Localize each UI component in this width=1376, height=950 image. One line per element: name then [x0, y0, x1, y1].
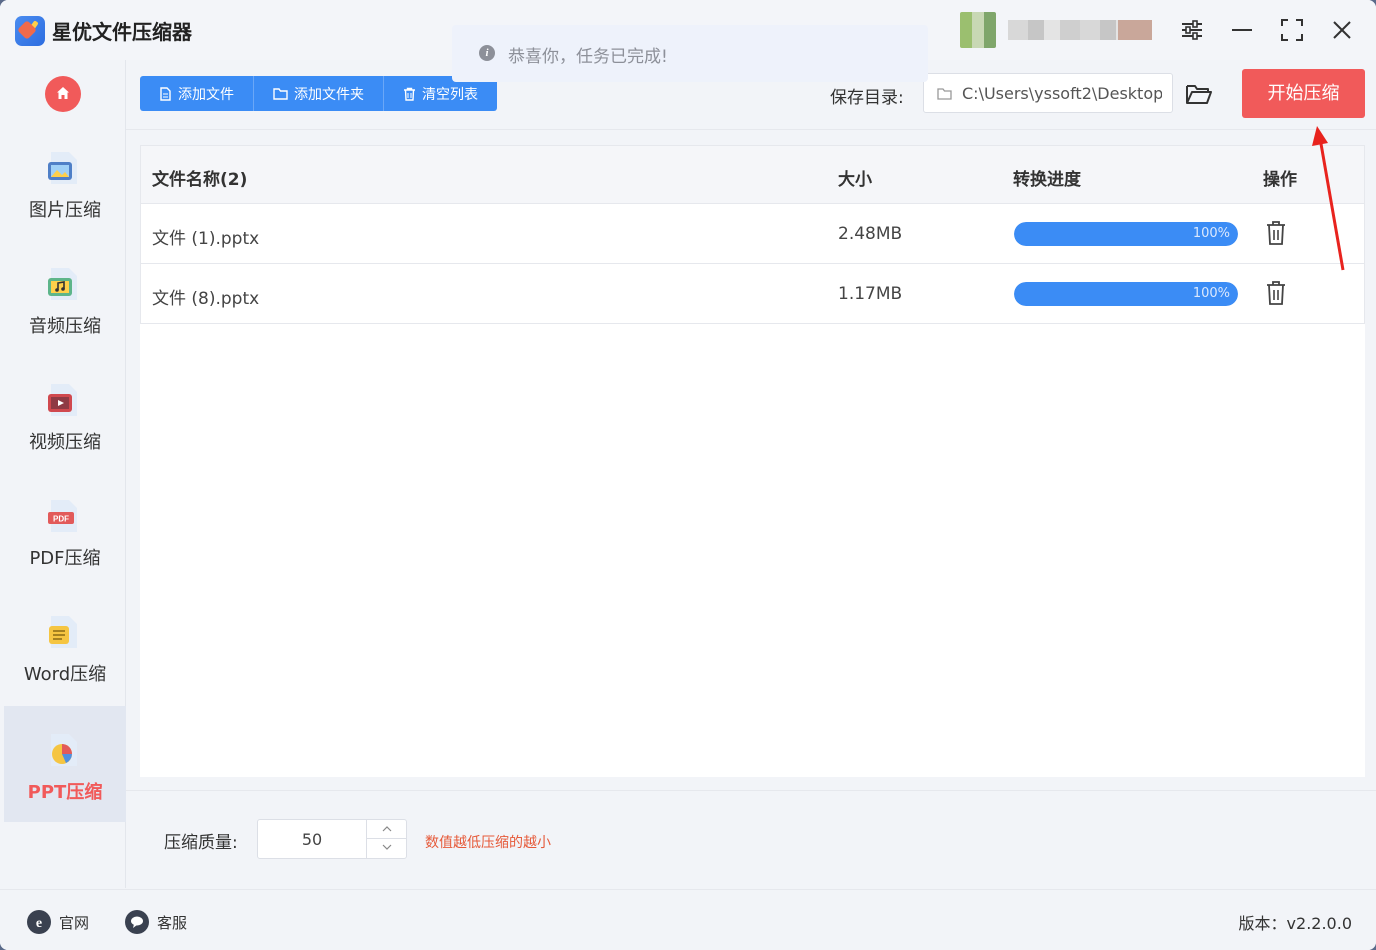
sidebar-item-audio-compress[interactable]: 音频压缩: [4, 240, 126, 356]
website-link[interactable]: e 官网: [27, 910, 89, 934]
home-button[interactable]: [45, 76, 81, 112]
settings-icon[interactable]: [1176, 14, 1208, 46]
quality-stepper[interactable]: 50: [257, 819, 407, 859]
sidebar-item-pdf-compress[interactable]: PDF PDF压缩: [4, 472, 126, 588]
add-folder-button[interactable]: 添加文件夹: [254, 76, 384, 111]
user-avatar[interactable]: [960, 12, 996, 48]
ppt-file-icon: [45, 732, 81, 768]
svg-text:PDF: PDF: [53, 515, 69, 524]
sidebar-item-ppt-compress[interactable]: PPT压缩: [4, 706, 126, 822]
sidebar-item-label: 视频压缩: [29, 432, 101, 453]
image-file-icon: [45, 150, 81, 186]
chevron-up-icon: [382, 826, 392, 832]
progress-bar: 100%: [1014, 222, 1238, 246]
toast-message: 恭喜你，任务已完成!: [508, 47, 668, 67]
sidebar-item-label: PDF压缩: [29, 548, 101, 569]
trash-icon: [404, 87, 415, 101]
col-progress: 转换进度: [1013, 170, 1081, 190]
delete-icon[interactable]: [1265, 280, 1287, 306]
start-compress-button[interactable]: 开始压缩: [1242, 69, 1365, 118]
table-row[interactable]: 文件 (8).pptx 1.17MB 100%: [140, 264, 1365, 324]
browser-icon: e: [27, 910, 51, 934]
app-window: 星优文件压缩器 图片压缩 音频压缩 视频压缩 PDF PDF压缩 Word压缩 …: [0, 0, 1376, 950]
support-link[interactable]: 客服: [125, 910, 187, 934]
sidebar: 图片压缩 音频压缩 视频压缩 PDF PDF压缩 Word压缩 PPT压缩: [4, 60, 126, 888]
svg-text:e: e: [36, 916, 42, 931]
pdf-file-icon: PDF: [45, 498, 81, 534]
folder-icon: [937, 88, 952, 100]
quality-value[interactable]: 50: [258, 830, 366, 849]
col-filename: 文件名称(2): [152, 170, 248, 190]
increment-button[interactable]: [367, 820, 407, 839]
file-name: 文件 (8).pptx: [152, 289, 260, 309]
table-row[interactable]: 文件 (1).pptx 2.48MB 100%: [140, 204, 1365, 264]
delete-icon[interactable]: [1265, 220, 1287, 246]
status-bar: e 官网 客服 版本：v2.2.0.0: [0, 889, 1376, 950]
progress-bar: 100%: [1014, 282, 1238, 306]
save-dir-label: 保存目录:: [830, 88, 904, 108]
browse-folder-icon[interactable]: [1184, 80, 1214, 108]
sidebar-item-label: PPT压缩: [27, 782, 103, 803]
file-name: 文件 (1).pptx: [152, 229, 260, 249]
file-size: 1.17MB: [838, 284, 903, 304]
home-icon: [57, 87, 69, 99]
sidebar-item-word-compress[interactable]: Word压缩: [4, 588, 126, 704]
info-icon: i: [479, 45, 495, 61]
col-size: 大小: [838, 170, 872, 190]
progress-label: 100%: [1192, 286, 1230, 301]
word-file-icon: [45, 614, 81, 650]
sidebar-item-label: Word压缩: [23, 664, 107, 685]
table-header: 文件名称(2) 大小 转换进度 操作: [140, 145, 1365, 204]
success-toast: i 恭喜你，任务已完成!: [452, 25, 928, 82]
chat-icon: [125, 910, 149, 934]
close-icon[interactable]: [1326, 14, 1358, 46]
file-icon: [160, 86, 171, 101]
chevron-down-icon: [382, 844, 392, 850]
col-actions: 操作: [1263, 170, 1297, 190]
save-dir-field[interactable]: C:\Users\yssoft2\Desktop\: [923, 73, 1173, 113]
decrement-button[interactable]: [367, 839, 407, 858]
add-file-button[interactable]: 添加文件: [140, 76, 254, 111]
sidebar-item-label: 图片压缩: [29, 200, 101, 221]
save-dir-value: C:\Users\yssoft2\Desktop\: [962, 84, 1162, 103]
app-title: 星优文件压缩器: [52, 20, 192, 44]
file-table: 文件名称(2) 大小 转换进度 操作 文件 (1).pptx 2.48MB 10…: [140, 145, 1365, 777]
maximize-icon[interactable]: [1276, 14, 1308, 46]
user-name-blurred[interactable]: [1008, 20, 1152, 40]
folder-icon: [273, 88, 288, 100]
quality-hint: 数值越低压缩的越小: [425, 835, 551, 851]
audio-file-icon: [45, 266, 81, 302]
file-size: 2.48MB: [838, 224, 903, 244]
file-actions: 添加文件 添加文件夹 清空列表: [140, 76, 497, 111]
sidebar-item-image-compress[interactable]: 图片压缩: [4, 124, 126, 240]
quality-label: 压缩质量:: [164, 833, 238, 853]
minimize-icon[interactable]: [1226, 14, 1258, 46]
settings-panel: 压缩质量: 50 数值越低压缩的越小: [126, 790, 1376, 888]
app-logo-icon: [15, 16, 45, 46]
sidebar-item-label: 音频压缩: [29, 316, 101, 337]
progress-label: 100%: [1192, 226, 1230, 241]
video-file-icon: [45, 382, 81, 418]
version-label: 版本：v2.2.0.0: [1238, 914, 1352, 933]
sidebar-item-video-compress[interactable]: 视频压缩: [4, 356, 126, 472]
